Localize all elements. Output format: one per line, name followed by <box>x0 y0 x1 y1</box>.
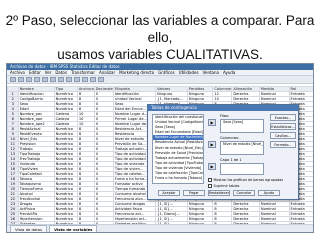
menu-item[interactable]: Ver <box>45 70 52 75</box>
view-tabs: Vista de datos Vista de variables <box>7 224 313 232</box>
clustered-bar-label: Mostrar los gráficos de barras agrupadas <box>213 178 284 182</box>
column-header[interactable]: Anchura <box>76 86 95 92</box>
variable-list-item[interactable]: Fuma o ha fumado [Tabaco] <box>153 176 203 181</box>
spss-screenshot: Archivos de datos - IBM SPSS Statistics … <box>6 63 314 233</box>
variable-list-item[interactable]: Previsión de Salud [Prevision] <box>153 151 203 156</box>
menu-item[interactable]: Gráficos <box>158 70 174 75</box>
rows-label: Filas: <box>220 114 230 118</box>
format-button[interactable]: Formato... <box>270 141 296 148</box>
open-icon[interactable] <box>10 77 16 82</box>
menu-item[interactable]: Datos <box>55 70 67 75</box>
menu-item[interactable]: Ayuda <box>223 70 235 75</box>
ok-button[interactable]: Aceptar <box>158 190 180 196</box>
move-to-layer-arrow-icon[interactable]: ▶ <box>208 163 216 170</box>
exact-button[interactable]: Exactas... <box>270 114 296 121</box>
clustered-bar-checkbox[interactable]: Mostrar los gráficos de barras agrupadas <box>208 178 283 182</box>
undo-icon[interactable] <box>34 77 40 82</box>
dialog-title: Tablas de contingencia <box>148 105 298 111</box>
column-header[interactable]: Decimales <box>93 86 114 92</box>
dialog-buttons: Aceptar Pegar Restablecer Cancelar Ayuda <box>158 190 280 196</box>
help-button[interactable]: Ayuda <box>258 190 280 196</box>
rows-item[interactable]: Sexo [Sexo] <box>221 120 263 125</box>
tab-variable-view[interactable]: Vista de variables <box>49 225 98 232</box>
redo-icon[interactable] <box>42 77 48 82</box>
menu-item[interactable]: Analizar <box>99 70 115 75</box>
paste-button[interactable]: Pegar <box>183 190 205 196</box>
insert-case-icon[interactable] <box>74 77 80 82</box>
find-icon[interactable] <box>66 77 72 82</box>
variables-icon[interactable] <box>58 77 64 82</box>
move-to-columns-arrow-icon[interactable]: ▶ <box>208 141 216 148</box>
reset-button[interactable]: Restablecer <box>208 190 230 196</box>
checkbox-icon[interactable] <box>208 178 212 182</box>
variable-list-item[interactable]: Residencia Actual [ResidActual] <box>153 140 203 145</box>
print-icon[interactable] <box>26 77 32 82</box>
columns-item[interactable]: Nivel de estudio [Nivel_Edu] <box>221 142 263 147</box>
column-header[interactable]: Columnas <box>212 86 233 92</box>
suppress-tables-checkbox[interactable]: Suprimir tablas <box>208 184 239 188</box>
slide-title-line-2: usamos variables CUALITATIVAS. <box>57 47 263 62</box>
insert-variable-icon[interactable] <box>82 77 88 82</box>
slide-title: 2º Paso, seleccionar las variables a com… <box>0 12 320 63</box>
layer-box[interactable] <box>220 163 264 175</box>
crosstabs-dialog: Tablas de contingencia Identificación de… <box>147 104 299 200</box>
variable-list-item[interactable]: Nivel de estudio [Nivel_Edu] <box>153 146 203 151</box>
slide-title-line-1: 2º Paso, seleccionar las variables a com… <box>5 13 315 45</box>
move-to-rows-arrow-icon[interactable]: ▶ <box>208 119 216 126</box>
checkbox-icon[interactable] <box>208 184 212 188</box>
tab-data-view[interactable]: Vista de datos <box>10 225 48 232</box>
menu-item[interactable]: Marketing directo <box>119 70 154 75</box>
statistics-button[interactable]: Estadísticos... <box>270 123 296 130</box>
cells-button[interactable]: Casillas... <box>270 132 296 139</box>
menu-item[interactable]: Utilidades <box>179 70 199 75</box>
layer-label: Capa 1 de 1 <box>220 158 242 162</box>
menu-item[interactable]: Transformar <box>71 70 95 75</box>
columns-box[interactable]: Nivel de estudio [Nivel_Edu] <box>220 141 264 155</box>
weight-cases-icon[interactable] <box>98 77 104 82</box>
menu-item[interactable]: Ventana <box>203 70 219 75</box>
cancel-button[interactable]: Cancelar <box>233 190 255 196</box>
menu-item[interactable]: Archivo <box>10 70 25 75</box>
split-file-icon[interactable] <box>90 77 96 82</box>
toolbar <box>7 76 313 84</box>
menu-item[interactable]: Editar <box>29 70 41 75</box>
source-variable-list[interactable]: Identificación del cuestionario [Ident..… <box>152 114 204 184</box>
rows-box[interactable]: Sexo [Sexo] <box>220 119 264 133</box>
table-cell[interactable]: {1, Marcado... <box>155 96 188 102</box>
save-icon[interactable] <box>18 77 24 82</box>
columns-label: Columnas: <box>220 136 240 140</box>
goto-case-icon[interactable] <box>50 77 56 82</box>
suppress-tables-label: Suprimir tablas <box>213 184 240 188</box>
